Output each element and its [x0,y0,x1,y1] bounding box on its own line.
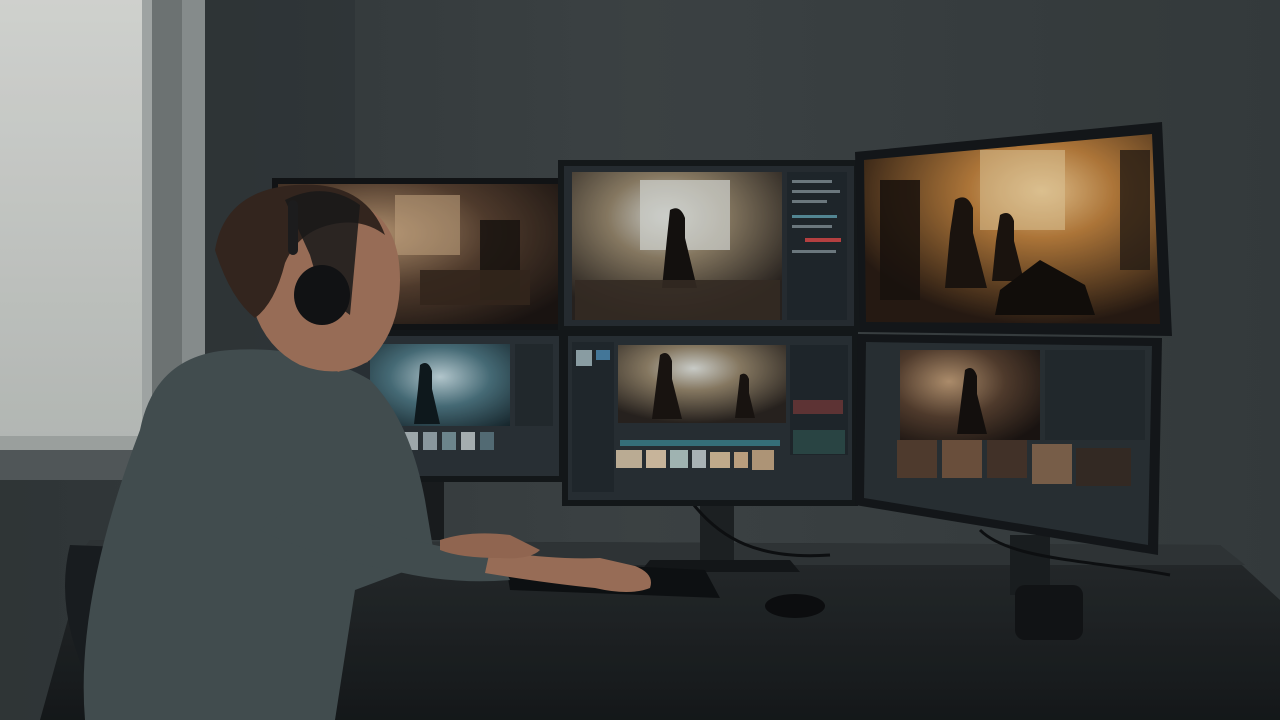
photo-scene [0,0,1280,720]
scene-svg [0,0,1280,720]
vignette [0,0,1280,720]
